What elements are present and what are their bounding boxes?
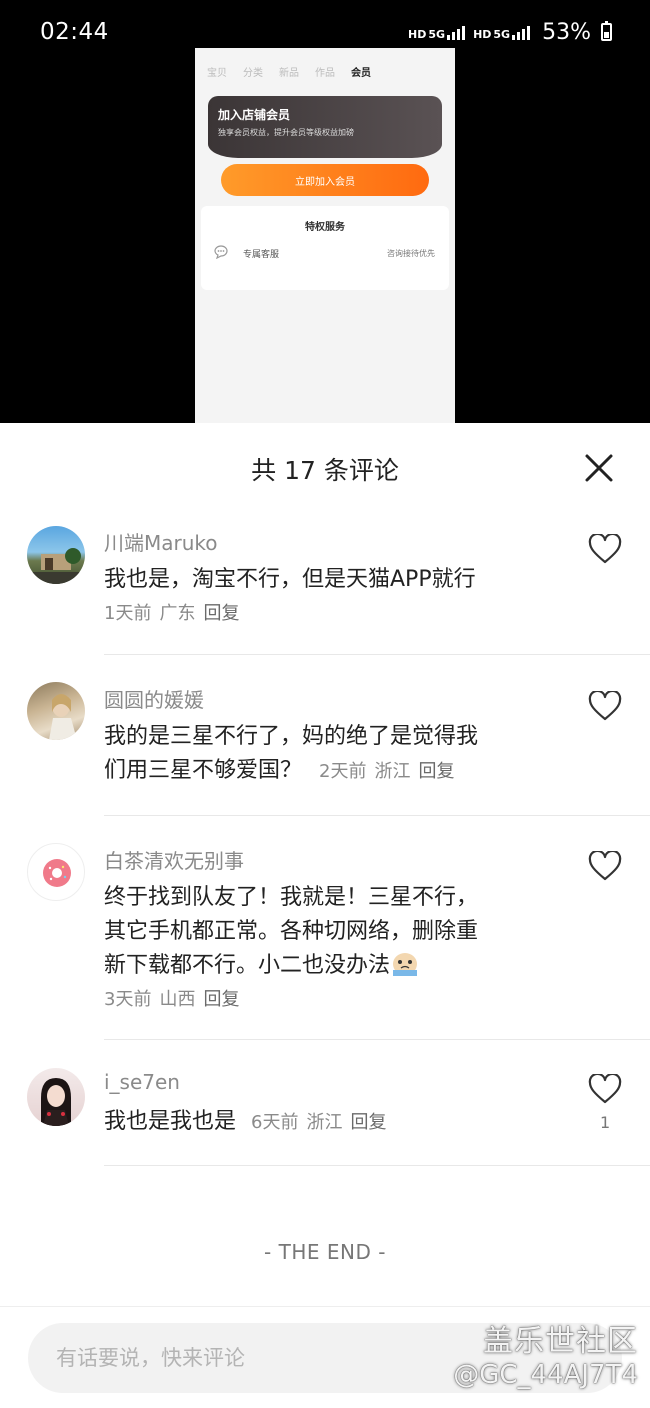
comment-count-title: 共 17 条评论 xyxy=(251,456,399,485)
comment-meta: 3天前 山西 回复 xyxy=(104,983,544,1017)
comment-text-line: 们用三星不够爱国？ xyxy=(104,758,303,783)
membership-card-title: 加入店铺会员 xyxy=(218,108,291,122)
preview-tabs: 宝贝 分类 新品 作品 会员 xyxy=(195,48,455,79)
comment-sheet: 共 17 条评论 川端Maruko 我也是，淘宝不行，但是天猫APP就行 1天前… xyxy=(0,423,650,1408)
network-2-type: HD xyxy=(473,28,492,41)
network-1-type: HD xyxy=(408,28,427,41)
like-heart-icon[interactable] xyxy=(588,1074,622,1104)
preview-tab-active: 会员 xyxy=(351,68,371,79)
status-icons: HD 5G HD 5G 53% xyxy=(408,20,612,45)
comment-location: 山西 xyxy=(159,989,196,1010)
comment-text-line-with-meta: 们用三星不够爱国？ 2天前 浙江 回复 xyxy=(104,754,544,789)
preview-tab: 分类 xyxy=(243,68,263,79)
comment-author[interactable]: 圆圆的媛媛 xyxy=(104,684,204,713)
comment-author[interactable]: 白茶清欢无别事 xyxy=(104,845,244,874)
comment-meta: 2天前 浙江 回复 xyxy=(319,761,462,782)
customer-service-icon xyxy=(213,245,229,262)
close-icon[interactable] xyxy=(584,453,614,483)
privilege-item: 专属客服 xyxy=(243,250,280,260)
post-image[interactable]: 宝贝 分类 新品 作品 会员 加入店铺会员 独享会员权益，提升会员等级权益加磅 … xyxy=(195,48,455,423)
divider xyxy=(104,1165,650,1166)
avatar[interactable] xyxy=(27,843,85,901)
divider xyxy=(104,1039,650,1040)
comment-body[interactable]: 我也是我也是 6天前 浙江 回复 xyxy=(104,1105,544,1140)
divider xyxy=(104,815,650,816)
join-member-button: 立即加入会员 xyxy=(221,164,429,196)
comment-meta: 1天前 广东 回复 xyxy=(104,597,544,631)
watermark: 盖乐世社区 @GC_44AJ7T4 xyxy=(453,1316,638,1390)
membership-card: 加入店铺会员 独享会员权益，提升会员等级权益加磅 xyxy=(208,96,442,158)
comment-body[interactable]: 终于找到队友了！我就是！三星不行， 其它手机都正常。各种切网络，删除重 新下载都… xyxy=(104,881,544,1017)
comment-time: 2天前 xyxy=(319,761,367,782)
avatar[interactable] xyxy=(27,1068,85,1126)
crying-emoji-icon xyxy=(393,953,418,976)
end-of-list-label: - THE END - xyxy=(264,1240,386,1264)
like-heart-icon[interactable] xyxy=(588,851,622,881)
comment-text-line: 我也是我也是 xyxy=(104,1109,237,1134)
preview-tab: 作品 xyxy=(315,68,335,79)
sheet-header: 共 17 条评论 xyxy=(0,423,650,513)
comment-text-line: 我的是三星不行了，妈的绝了是觉得我 xyxy=(104,724,479,749)
comment-text-line: 其它手机都正常。各种切网络，删除重 xyxy=(104,919,479,944)
preview-tab: 新品 xyxy=(279,68,299,79)
comment-text-line: 我也是，淘宝不行，但是天猫APP就行 xyxy=(104,567,476,592)
network-1-gen: 5G xyxy=(428,28,446,41)
like-heart-icon[interactable] xyxy=(588,534,622,564)
preview-tab: 宝贝 xyxy=(207,68,227,79)
status-time: 02:44 xyxy=(40,19,109,45)
signal-icon xyxy=(512,24,531,40)
privilege-desc: 咨询接待优先 xyxy=(387,249,435,258)
comment-text-line-with-emoji: 新下载都不行。小二也没办法 xyxy=(104,949,544,983)
comment-author[interactable]: 川端Maruko xyxy=(104,527,218,556)
privilege-row: 专属客服 咨询接待优先 xyxy=(201,233,449,262)
comment-location: 浙江 xyxy=(306,1112,343,1133)
comment-text-line: 终于找到队友了！我就是！三星不行， xyxy=(104,885,479,910)
watermark-community: 盖乐世社区 xyxy=(483,1324,638,1359)
network-1: HD 5G xyxy=(408,24,466,41)
comment-time: 3天前 xyxy=(104,989,152,1010)
membership-card-subtitle: 独享会员权益，提升会员等级权益加磅 xyxy=(218,128,354,137)
network-2: HD 5G xyxy=(473,24,531,41)
avatar[interactable] xyxy=(27,682,85,740)
comment-location: 广东 xyxy=(159,603,196,624)
comment-body[interactable]: 我也是，淘宝不行，但是天猫APP就行 1天前 广东 回复 xyxy=(104,563,544,631)
signal-icon xyxy=(447,24,466,40)
comment-location: 浙江 xyxy=(374,761,411,782)
battery-icon xyxy=(601,21,612,41)
comment-meta: 6天前 浙江 回复 xyxy=(251,1112,394,1133)
comment-author[interactable]: i_se7en xyxy=(104,1070,180,1094)
reply-button[interactable]: 回复 xyxy=(350,1112,386,1133)
battery-percent: 53% xyxy=(542,19,591,45)
privilege-panel: 特权服务 专属客服 咨询接待优先 xyxy=(201,206,449,290)
reply-button[interactable]: 回复 xyxy=(203,989,239,1010)
reply-button[interactable]: 回复 xyxy=(418,761,454,782)
comment-body[interactable]: 我的是三星不行了，妈的绝了是觉得我 们用三星不够爱国？ 2天前 浙江 回复 xyxy=(104,720,544,789)
comment-time: 1天前 xyxy=(104,603,152,624)
reply-button[interactable]: 回复 xyxy=(203,603,239,624)
avatar[interactable] xyxy=(27,526,85,584)
privilege-title: 特权服务 xyxy=(305,222,345,233)
watermark-user-id: @GC_44AJ7T4 xyxy=(453,1360,638,1390)
comment-text-line: 新下载都不行。小二也没办法 xyxy=(104,953,391,978)
like-heart-icon[interactable] xyxy=(588,691,622,721)
comment-time: 6天前 xyxy=(251,1112,299,1133)
like-count: 1 xyxy=(600,1113,611,1132)
divider xyxy=(104,654,650,655)
network-2-gen: 5G xyxy=(493,28,511,41)
comment-text-line-with-meta: 我也是我也是 6天前 浙江 回复 xyxy=(104,1105,544,1140)
